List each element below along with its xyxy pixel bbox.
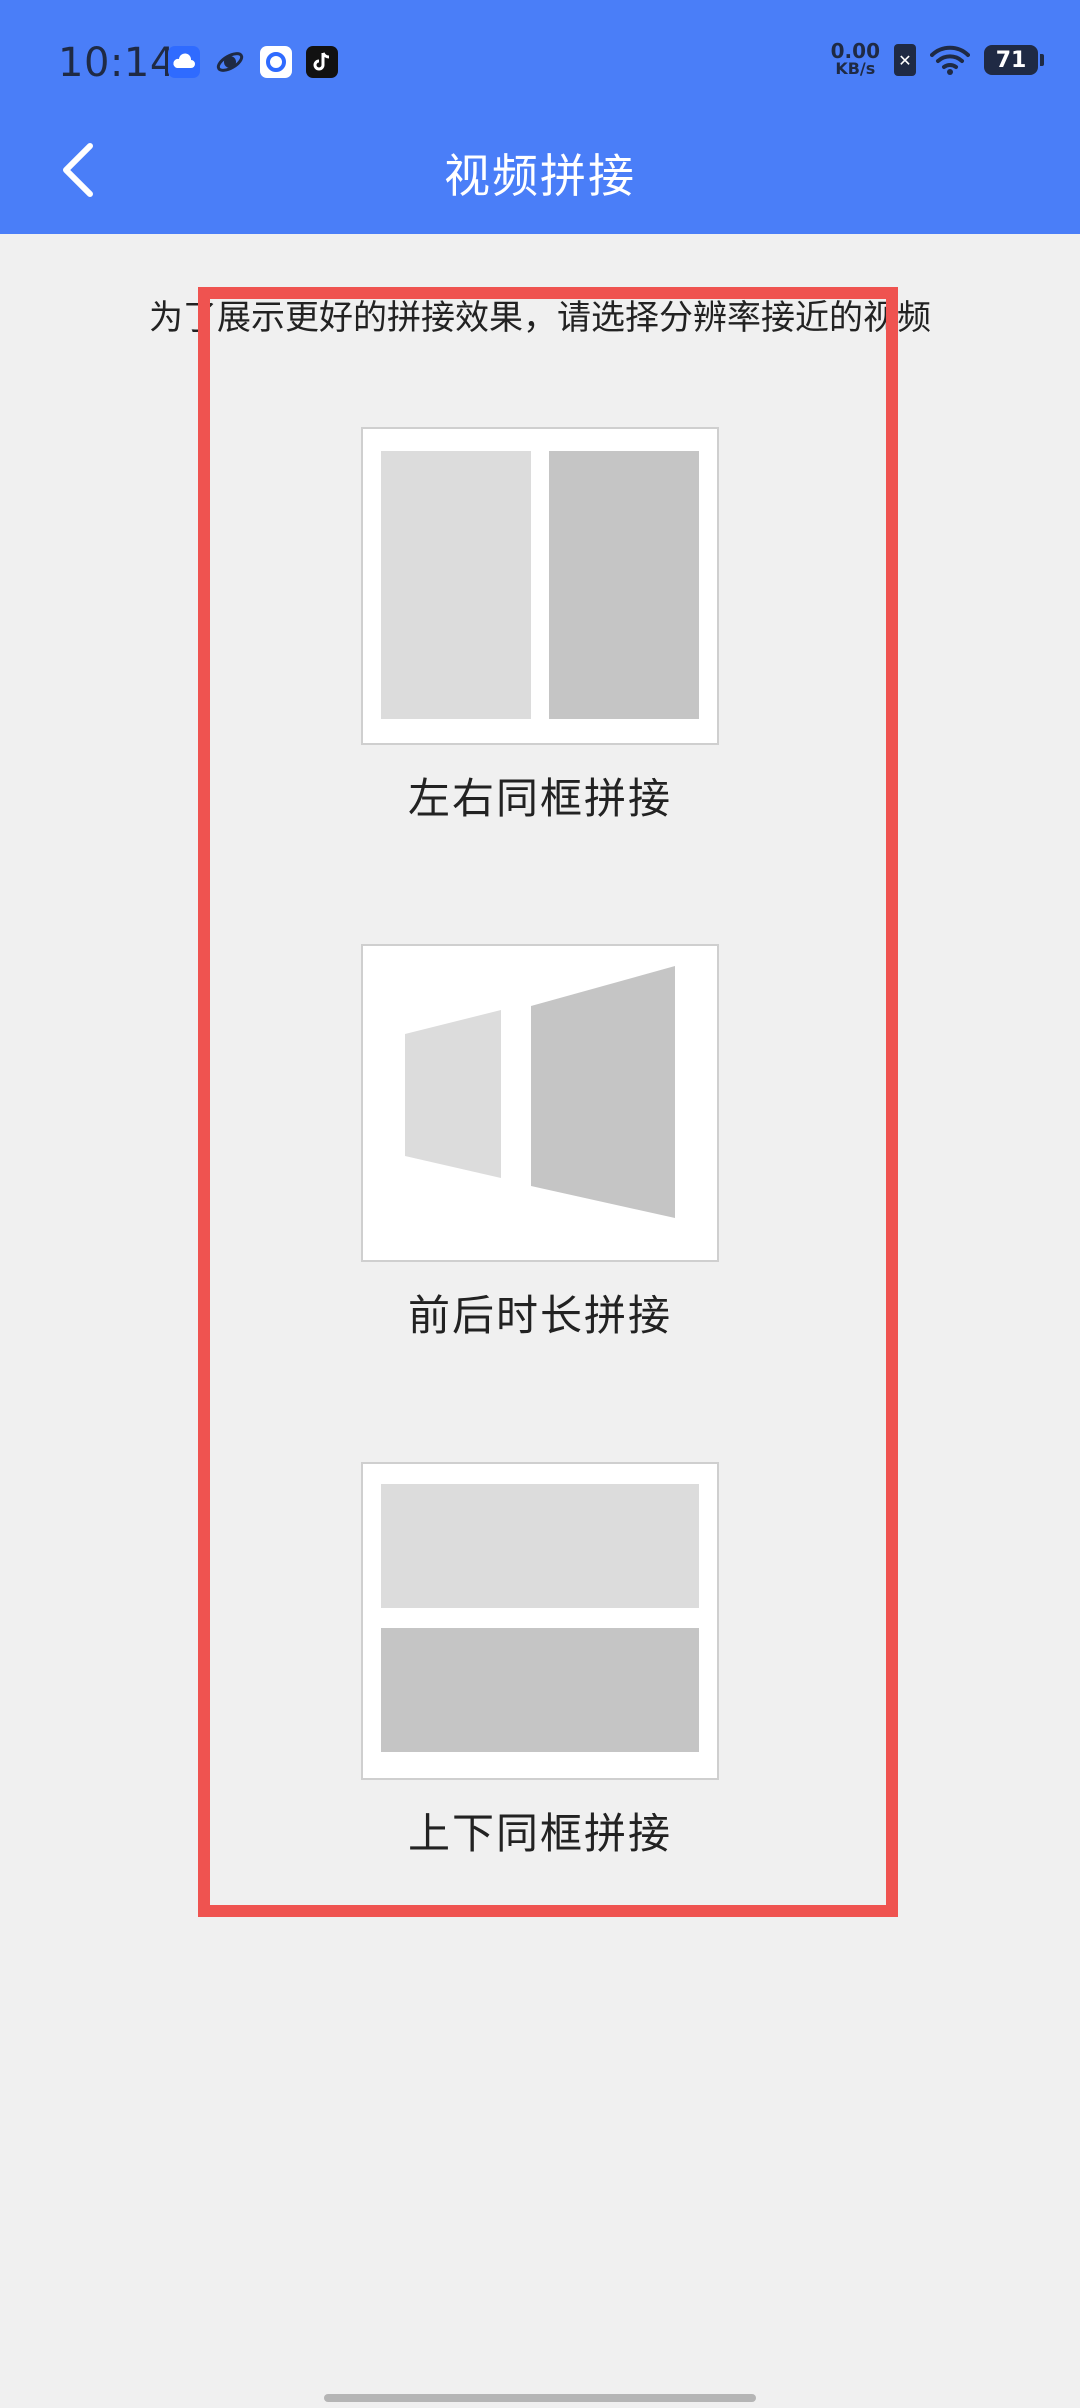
planet-app-icon [214,46,246,78]
app-header: 10:14 0.00 KB/s ✕ 71 视频拼接 [0,0,1080,234]
tiktok-icon [306,46,338,78]
network-speed-value: 0.00 [830,39,880,63]
network-speed-unit: KB/s [835,59,876,78]
wifi-icon [930,45,970,75]
circle-app-icon [260,46,292,78]
cloud-app-icon [168,46,200,78]
battery-level: 71 [995,47,1027,73]
sim-card-icon: ✕ [894,44,916,76]
network-speed: 0.00 KB/s [830,39,880,78]
page-title: 视频拼接 [444,149,636,203]
status-time: 10:14 [58,40,176,86]
home-indicator[interactable] [324,2394,756,2402]
battery-icon: 71 [984,45,1044,75]
notification-icons [168,46,338,78]
status-indicators: 0.00 KB/s ✕ 71 [830,39,1044,78]
highlight-frame [198,287,898,1917]
sim-card-glyph: ✕ [898,50,912,70]
